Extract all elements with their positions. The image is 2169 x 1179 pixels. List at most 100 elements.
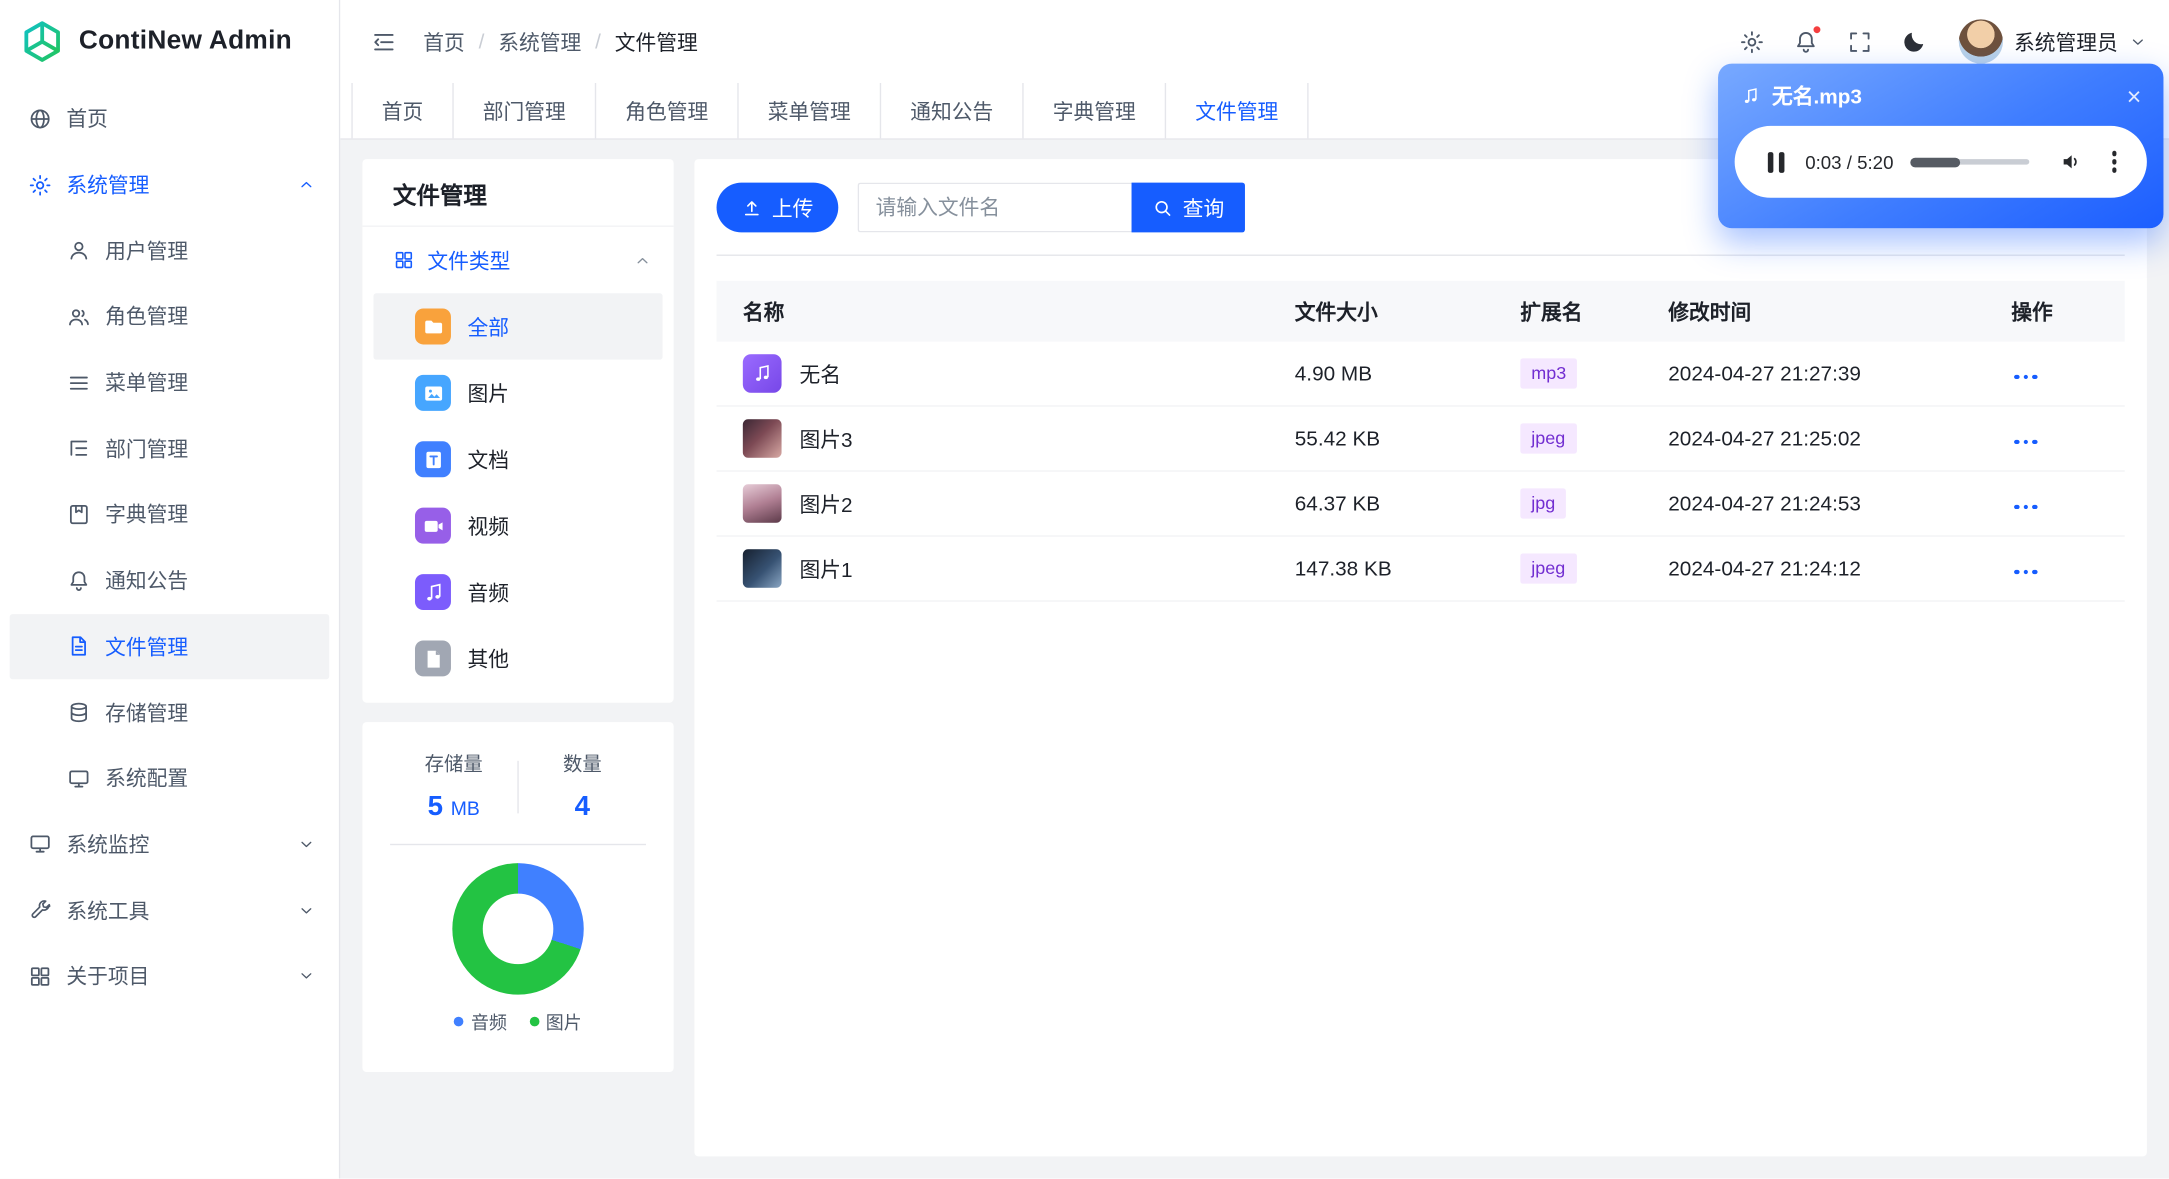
sidebar-item-about-project[interactable]: 关于项目 <box>10 943 330 1009</box>
file-name: 图片3 <box>799 428 853 452</box>
audio-player-popup: 无名.mp3 × 0:03 / 5:20 <box>1718 63 2164 229</box>
sidebar-item-role-management[interactable]: 角色管理 <box>10 284 330 350</box>
file-name: 图片1 <box>799 558 853 582</box>
file-type-document[interactable]: 文档 <box>373 426 662 492</box>
legend-dot-image <box>529 1016 539 1027</box>
file-type-label: 其他 <box>467 648 510 672</box>
sidebar-item-label: 文件管理 <box>105 636 189 660</box>
tree-root-label: 文件类型 <box>427 249 511 274</box>
tab-role-management[interactable]: 角色管理 <box>596 82 739 139</box>
breadcrumb-separator: / <box>478 29 485 54</box>
storage-stats-panel: 存储量 5 MB 数量 4 音频 图片 <box>362 722 674 1073</box>
sidebar-item-system-monitor[interactable]: 系统监控 <box>10 811 330 877</box>
file-type-label: 音频 <box>467 581 510 606</box>
row-actions-more-button[interactable] <box>2011 562 2039 581</box>
column-header-name: 名称 <box>742 300 785 325</box>
monitor-icon <box>66 766 91 791</box>
tab-notice[interactable]: 通知公告 <box>881 82 1024 139</box>
column-header-modified: 修改时间 <box>1668 300 1752 325</box>
column-header-size: 文件大小 <box>1294 300 1378 325</box>
file-size: 55.42 KB <box>1294 426 1381 451</box>
breadcrumb-home[interactable]: 首页 <box>423 27 465 56</box>
row-actions-more-button[interactable] <box>2011 367 2039 386</box>
column-header-actions: 操作 <box>2011 300 2053 325</box>
file-type-video[interactable]: 视频 <box>373 492 662 558</box>
file-type-audio[interactable]: 音频 <box>373 559 662 625</box>
gear-icon <box>28 172 53 197</box>
globe-icon <box>28 106 53 131</box>
row-actions-more-button[interactable] <box>2011 432 2039 451</box>
file-type-all[interactable]: 全部 <box>373 293 663 360</box>
ext-badge: jpeg <box>1520 553 1577 584</box>
column-header-ext: 扩展名 <box>1520 300 1583 325</box>
tab-file-management[interactable]: 文件管理 <box>1166 82 1309 139</box>
file-modified-time: 2024-04-27 21:24:12 <box>1668 556 1861 581</box>
image-icon <box>414 374 451 411</box>
file-type-panel: 文件管理 文件类型 全部 图片 文档 视频 音频 其他 <box>362 159 674 703</box>
document-icon <box>414 441 451 478</box>
sidebar-item-label: 字典管理 <box>105 504 189 528</box>
pause-button[interactable] <box>1767 151 1785 173</box>
tab-menu-management[interactable]: 菜单管理 <box>739 82 882 139</box>
app-logo[interactable]: ContiNew Admin <box>0 0 339 83</box>
sidebar-item-file-management[interactable]: 文件管理 <box>9 613 330 680</box>
file-type-tree-root[interactable]: 文件类型 <box>362 227 673 293</box>
tab-department-management[interactable]: 部门管理 <box>454 82 597 139</box>
sidebar-item-label: 系统配置 <box>105 768 189 792</box>
sidebar-item-label: 首页 <box>66 108 108 132</box>
sidebar-item-dict-management[interactable]: 字典管理 <box>10 482 330 548</box>
wrench-icon <box>28 898 53 923</box>
sidebar-item-system-config[interactable]: 系统配置 <box>10 745 330 811</box>
table-row[interactable]: 无名 4.90 MB mp3 2024-04-27 21:27:39 <box>716 342 2125 407</box>
user-menu[interactable]: 系统管理员 <box>1958 19 2147 64</box>
ext-badge: jpg <box>1520 488 1567 519</box>
tab-dict-management[interactable]: 字典管理 <box>1024 82 1167 139</box>
sidebar-item-home[interactable]: 首页 <box>10 86 330 152</box>
legend-dot-audio <box>454 1016 465 1027</box>
file-type-other[interactable]: 其他 <box>373 625 662 691</box>
file-list-panel: 上传 查询 名称 文件大小 扩展名 修改时 <box>694 159 2147 1157</box>
breadcrumb: 首页 / 系统管理 / 文件管理 <box>423 27 697 56</box>
table-header-row: 名称 文件大小 扩展名 修改时间 操作 <box>716 280 2125 342</box>
breadcrumb-parent[interactable]: 系统管理 <box>498 27 581 56</box>
file-type-label: 全部 <box>467 316 510 340</box>
sidebar-item-user-management[interactable]: 用户管理 <box>10 218 330 284</box>
row-actions-more-button[interactable] <box>2011 497 2039 516</box>
tab-home[interactable]: 首页 <box>351 82 454 139</box>
settings-gear-icon[interactable] <box>1732 21 1773 62</box>
audio-title: 无名.mp3 <box>1771 85 1862 110</box>
sidebar-item-label: 菜单管理 <box>105 372 189 396</box>
sidebar-item-label: 角色管理 <box>105 306 189 330</box>
dark-mode-moon-icon[interactable] <box>1894 21 1935 62</box>
search-icon <box>1152 197 1173 218</box>
audio-player-header: 无名.mp3 × <box>1718 64 2163 111</box>
sidebar-collapse-button[interactable] <box>362 21 403 62</box>
audio-progress-bar[interactable] <box>1910 157 2029 167</box>
sidebar-item-notice[interactable]: 通知公告 <box>10 548 330 614</box>
sidebar: ContiNew Admin 首页 系统管理 用户管理 角色管理 菜单管理 部门… <box>0 0 341 1179</box>
filename-search-input[interactable] <box>857 182 1132 233</box>
ext-badge: mp3 <box>1520 358 1578 389</box>
fullscreen-icon[interactable] <box>1840 21 1881 62</box>
query-button[interactable]: 查询 <box>1131 182 1246 233</box>
table-row[interactable]: 图片2 64.37 KB jpg 2024-04-27 21:24:53 <box>716 472 2125 537</box>
file-type-image[interactable]: 图片 <box>373 360 662 426</box>
table-row[interactable]: 图片3 55.42 KB jpeg 2024-04-27 21:25:02 <box>716 407 2125 472</box>
file-size: 64.37 KB <box>1294 491 1381 516</box>
sidebar-item-system-management[interactable]: 系统管理 <box>10 152 330 218</box>
notification-bell-icon[interactable] <box>1786 21 1827 62</box>
audio-controls: 0:03 / 5:20 <box>1734 125 2147 198</box>
ext-badge: jpeg <box>1520 423 1577 454</box>
file-icon <box>414 640 451 677</box>
sidebar-item-system-tools[interactable]: 系统工具 <box>10 877 330 943</box>
file-table: 名称 文件大小 扩展名 修改时间 操作 无名 4.90 MB mp3 2024-… <box>716 280 2125 602</box>
upload-button[interactable]: 上传 <box>716 182 839 233</box>
chevron-down-icon <box>2129 33 2147 51</box>
sidebar-item-menu-management[interactable]: 菜单管理 <box>10 350 330 416</box>
volume-icon[interactable] <box>2059 149 2084 174</box>
close-icon[interactable]: × <box>2127 84 2142 109</box>
table-row[interactable]: 图片1 147.38 KB jpeg 2024-04-27 21:24:12 <box>716 537 2125 602</box>
sidebar-item-department-management[interactable]: 部门管理 <box>10 416 330 482</box>
sidebar-item-storage-management[interactable]: 存储管理 <box>10 679 330 745</box>
kebab-menu-icon[interactable] <box>2109 148 2119 175</box>
